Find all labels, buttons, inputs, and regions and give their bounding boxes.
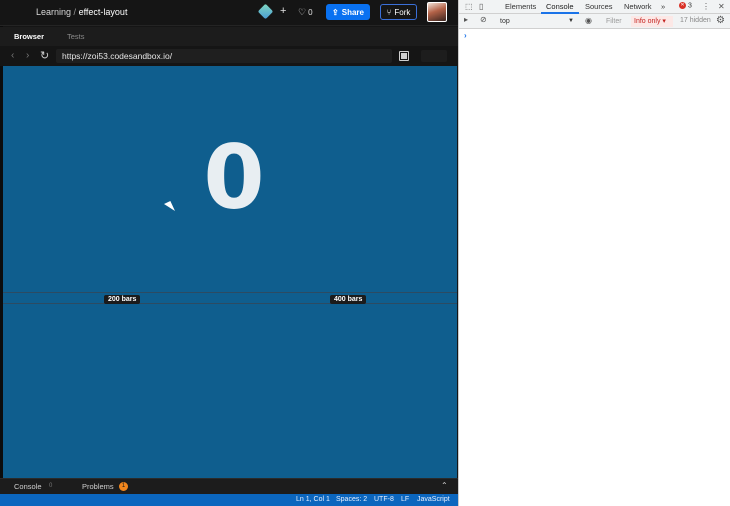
like-button[interactable]: ♡ 0 [298,7,313,18]
codesandbox-window: Learning / effect-layout + ♡ 0 ⇪ Share ⑂ … [0,0,458,506]
error-count-badge[interactable]: ✕ 3 [679,2,692,9]
breadcrumb-parent[interactable]: Learning [36,7,71,17]
status-bar: Ln 1, Col 1 Spaces: 2 UTF-8 LF JavaScrip… [0,494,458,506]
fork-button[interactable]: ⑂ Fork [380,4,417,20]
back-arrow-icon[interactable]: ‹ [11,50,14,61]
tab-problems[interactable]: Problems [82,482,114,491]
url-input[interactable]: https://zoi53.codesandbox.io/ [56,49,392,63]
counter-text: 0 [203,126,265,229]
chevron-up-icon[interactable]: ⌃ [441,481,448,490]
status-position[interactable]: Ln 1, Col 1 [296,496,330,503]
add-icon[interactable]: + [280,5,286,17]
devtools-tabbar: ⬚ ▯ Elements Console Sources Network » ✕… [459,0,730,14]
tab-tests[interactable]: Tests [67,32,85,41]
status-spaces[interactable]: Spaces: 2 [336,496,367,503]
tab-console[interactable]: Console [14,482,42,491]
context-select[interactable]: top ▼ [497,16,577,27]
error-count: 3 [687,2,692,10]
problems-badge: 1 [119,482,128,491]
reload-icon[interactable]: ↻ [40,49,49,62]
counter-value: 0 [3,126,457,229]
open-new-window-icon[interactable] [421,50,447,62]
live-expression-eye-icon[interactable]: ◉ [585,16,592,25]
address-bar: ‹ › ↻ https://zoi53.codesandbox.io/ [0,46,458,66]
filter-input[interactable]: Filter [603,16,629,27]
label-400-bars[interactable]: 400 bars [330,295,367,304]
status-encoding[interactable]: UTF-8 [374,496,394,503]
share-button[interactable]: ⇪ Share [326,4,370,20]
device-toolbar-icon[interactable]: ▯ [479,2,483,11]
forward-arrow-icon[interactable]: › [26,50,29,61]
console-toolbar: ▸ ⊘ top ▼ ◉ Filter Info only ▾ 17 hidden… [459,14,730,29]
preview-pane: 0 200 bars 400 bars [3,66,457,478]
breadcrumb: Learning / effect-layout [36,7,127,17]
like-count: 0 [308,8,313,17]
console-count: 0 [49,483,53,489]
live-session-icon[interactable] [257,3,274,20]
tab-network[interactable]: Network [624,2,652,11]
divider-line [3,303,457,304]
share-icon: ⇪ [332,7,339,17]
kebab-menu-icon[interactable]: ⋮ [702,2,710,11]
context-value: top [500,18,510,25]
tab-browser[interactable]: Browser [14,32,44,41]
error-icon: ✕ [679,2,686,9]
fork-icon: ⑂ [386,7,392,17]
console-prompt-icon[interactable]: › [464,31,467,40]
gear-icon[interactable]: ⚙ [716,15,725,26]
divider-line [3,292,457,293]
more-tabs-icon[interactable]: » [661,2,665,11]
devtools-bar: Console 0 Problems 1 ⌃ [0,478,458,494]
fork-label: Fork [394,7,411,17]
log-levels-dropdown[interactable]: Info only ▾ [631,16,673,27]
heart-icon: ♡ [298,7,307,17]
sidebar-toggle-icon[interactable]: ▸ [464,15,468,24]
tab-sources[interactable]: Sources [585,2,613,11]
copy-icon[interactable] [399,51,409,61]
user-avatar[interactable] [427,2,447,22]
tab-console[interactable]: Console [546,2,574,11]
label-200-bars[interactable]: 200 bars [104,295,141,304]
tab-elements[interactable]: Elements [505,2,536,11]
status-eol[interactable]: LF [401,496,409,503]
chrome-devtools: ⬚ ▯ Elements Console Sources Network » ✕… [458,0,730,506]
clear-console-icon[interactable]: ⊘ [480,15,487,24]
hidden-messages-count: 17 hidden [680,17,711,24]
top-header: Learning / effect-layout + ♡ 0 ⇪ Share ⑂ … [0,0,458,26]
close-icon[interactable]: ✕ [718,2,725,11]
dropdown-caret-icon: ▼ [568,18,574,24]
breadcrumb-separator: / [73,7,77,17]
share-label: Share [341,7,364,17]
status-language[interactable]: JavaScript [417,496,450,503]
inspect-element-icon[interactable]: ⬚ [465,2,473,11]
preview-tabbar: Browser Tests [0,27,458,46]
breadcrumb-project[interactable]: effect-layout [79,7,128,17]
